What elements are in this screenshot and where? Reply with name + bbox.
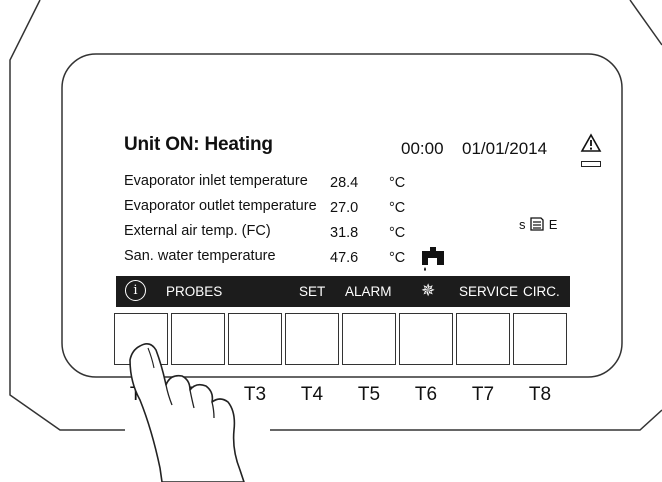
hand-pointer-icon: [129, 342, 245, 482]
